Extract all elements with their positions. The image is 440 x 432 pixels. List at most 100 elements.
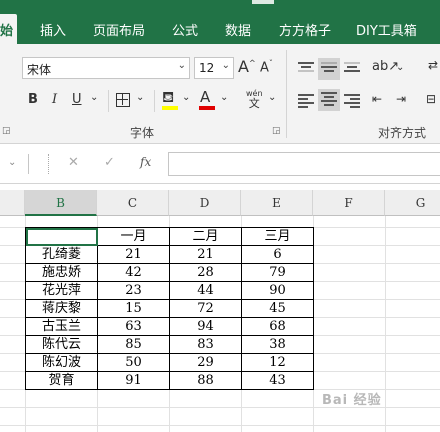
value-cell[interactable]: 88 [169,371,242,390]
chevron-down-icon[interactable]: ⌄ [268,92,276,103]
column-header-c[interactable]: C [97,190,169,216]
table-row: 陈代云 85 83 38 [25,335,314,354]
value-cell[interactable]: 85 [97,335,170,354]
merge-center-icon[interactable]: ⊟ [426,92,436,106]
data-table: 一月 二月 三月 孔绮菱 21 21 6 施忠娇 42 28 79 花光萍 23… [25,227,314,390]
value-cell[interactable]: 21 [97,245,170,264]
decrease-indent-icon[interactable]: ⇤ [372,92,382,106]
chevron-down-icon[interactable]: ⌄ [90,92,98,103]
value-cell[interactable]: 12 [241,353,314,372]
font-color-icon[interactable]: A [200,88,210,106]
value-cell[interactable]: 72 [169,299,242,318]
tab-page-layout[interactable]: 页面布局 [93,20,145,39]
value-cell[interactable]: 38 [241,335,314,354]
align-right-icon[interactable] [344,94,360,108]
chevron-down-icon[interactable]: ⌄ [396,62,404,73]
chevron-down-icon[interactable]: ⌄ [182,92,190,103]
column-header-b[interactable]: B [25,190,97,216]
table-row: 施忠娇 42 28 79 [25,263,314,282]
name-cell[interactable]: 陈幻波 [25,353,98,372]
divider [286,50,287,138]
active-cell[interactable] [25,227,98,246]
value-cell[interactable]: 91 [97,371,170,390]
increase-indent-icon[interactable]: ⇥ [396,92,406,106]
ribbon-panel: ◲ 宋体 ⌄ 12 ⌄ A^ Aˇ B I U ⌄ ⌄ ⛾ ⌄ A ⌄ wén … [0,44,440,144]
worksheet-grid[interactable]: B C D E F G 一月 二月 三月 孔绮菱 21 21 6 施忠娇 42 [0,184,440,432]
dialog-launcher-icon[interactable]: ◲ [272,126,281,136]
chevron-down-icon[interactable]: ⌄ [220,92,228,103]
shrink-font-button[interactable]: Aˇ [260,59,273,75]
fill-color-icon[interactable]: ⛾ [162,88,174,108]
insert-function-icon[interactable]: fx [140,155,151,169]
tab-fangfang[interactable]: 方方格子 [279,20,331,39]
confirm-entry-icon[interactable]: ✓ [104,155,115,170]
name-cell[interactable]: 贺育 [25,371,98,390]
tab-diy-toolbox[interactable]: DIY工具箱 [356,20,417,39]
select-all-corner[interactable] [0,190,25,216]
align-middle-icon[interactable] [318,58,340,80]
value-cell[interactable]: 21 [169,245,242,264]
tab-home[interactable]: 始 [0,14,18,44]
column-header-f[interactable]: F [313,190,385,216]
watermark: Bai 经验 [322,393,382,408]
value-cell[interactable]: 6 [241,245,314,264]
name-box-dropdown-icon[interactable]: ⌄ [8,157,16,168]
table-row: 孔绮菱 21 21 6 [25,245,314,264]
value-cell[interactable]: 94 [169,317,242,336]
value-cell[interactable]: 50 [97,353,170,372]
header-cell-mar[interactable]: 三月 [241,227,314,246]
tab-insert[interactable]: 插入 [40,20,66,39]
shrink-font-label: A [260,60,269,76]
value-cell[interactable]: 28 [169,263,242,282]
align-center-icon[interactable] [318,89,340,111]
font-color-swatch [199,106,215,110]
tab-formulas[interactable]: 公式 [172,20,198,39]
font-name-select[interactable]: 宋体 ⌄ [22,57,190,79]
tab-data[interactable]: 数据 [225,20,251,39]
value-cell[interactable]: 90 [241,281,314,300]
value-cell[interactable]: 79 [241,263,314,282]
header-cell-feb[interactable]: 二月 [169,227,242,246]
value-cell[interactable]: 15 [97,299,170,318]
name-cell[interactable]: 古玉兰 [25,317,98,336]
font-size-select[interactable]: 12 ⌄ [194,57,234,79]
column-header-e[interactable]: E [241,190,313,216]
name-cell[interactable]: 施忠娇 [25,263,98,282]
table-header-row: 一月 二月 三月 [25,227,314,246]
wrap-text-icon[interactable]: ⇄ [428,58,438,72]
name-cell[interactable]: 蒋庆黎 [25,299,98,318]
cancel-entry-icon[interactable]: ✕ [68,155,79,170]
value-cell[interactable]: 45 [241,299,314,318]
table-row: 古玉兰 63 94 68 [25,317,314,336]
align-top-icon[interactable] [298,62,314,76]
chevron-down-icon: ⌄ [221,60,230,71]
formula-input[interactable] [168,152,440,176]
name-cell[interactable]: 花光萍 [25,281,98,300]
column-header-g[interactable]: G [385,190,440,216]
divider [154,90,155,112]
underline-button[interactable]: U [72,92,82,107]
dialog-launcher-icon[interactable]: ◲ [2,126,11,136]
phonetic-guide-button[interactable]: wén 文 [246,89,263,110]
name-cell[interactable]: 陈代云 [25,335,98,354]
align-left-icon[interactable] [298,94,314,108]
chevron-down-icon[interactable]: ⌄ [136,92,144,103]
value-cell[interactable]: 63 [97,317,170,336]
value-cell[interactable]: 42 [97,263,170,282]
formula-bar: ⌄ ✕ ✓ fx [0,144,440,184]
italic-button[interactable]: I [52,92,57,107]
grow-font-button[interactable]: A^ [238,57,256,76]
value-cell[interactable]: 43 [241,371,314,390]
align-bottom-icon[interactable] [344,62,360,76]
value-cell[interactable]: 68 [241,317,314,336]
divider [28,154,29,174]
column-header-d[interactable]: D [169,190,241,216]
borders-icon[interactable] [116,93,130,107]
value-cell[interactable]: 44 [169,281,242,300]
value-cell[interactable]: 83 [169,335,242,354]
bold-button[interactable]: B [28,92,38,107]
value-cell[interactable]: 23 [97,281,170,300]
value-cell[interactable]: 29 [169,353,242,372]
header-cell-jan[interactable]: 一月 [97,227,170,246]
name-cell[interactable]: 孔绮菱 [25,245,98,264]
